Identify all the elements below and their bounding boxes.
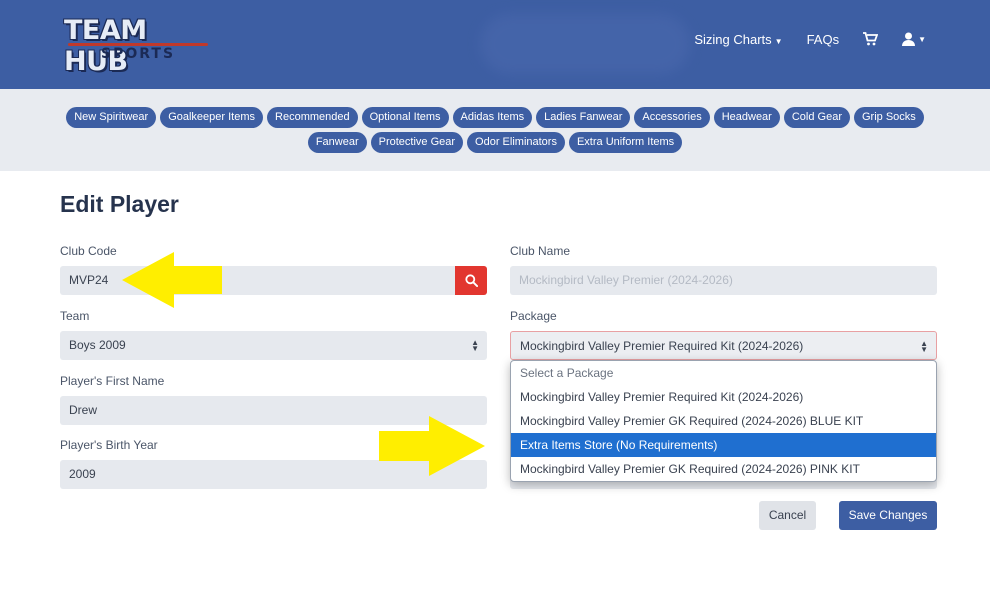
category-pill[interactable]: Accessories (634, 107, 710, 128)
first-name-label: Player's First Name (60, 374, 165, 388)
category-pill[interactable]: Grip Socks (853, 107, 924, 128)
nav-faqs[interactable]: FAQs (807, 32, 840, 47)
category-pill[interactable]: Optional Items (361, 107, 449, 128)
select-arrows-icon: ▲ ▼ (920, 339, 928, 354)
blurred-region (480, 14, 690, 74)
category-pill[interactable]: Fanwear (307, 132, 367, 153)
package-select[interactable]: Mockingbird Valley Premier Required Kit … (510, 331, 937, 360)
club-code-label: Club Code (60, 244, 117, 258)
team-hub-logo[interactable]: TEAM HUB SPORTS (64, 15, 209, 77)
user-icon (902, 32, 916, 46)
category-pill[interactable]: Adidas Items (452, 107, 533, 128)
category-pill[interactable]: Extra Uniform Items (568, 132, 683, 153)
category-pill[interactable]: Recommended (267, 107, 358, 128)
top-navbar: TEAM HUB SPORTS Sizing Charts ▼ FAQs ▼ (0, 0, 990, 89)
package-dropdown-list: Select a Package Mockingbird Valley Prem… (510, 360, 937, 482)
select-arrows-icon: ▲ ▼ (471, 338, 479, 353)
club-name-field: Mockingbird Valley Premier (2024-2026) (510, 266, 937, 295)
nav-sizing-charts[interactable]: Sizing Charts ▼ (694, 32, 782, 47)
save-changes-button[interactable]: Save Changes (839, 501, 937, 530)
package-label: Package (510, 309, 557, 323)
arrow-right-icon (379, 416, 485, 476)
team-select[interactable]: Boys 2009 ▲ ▼ (60, 331, 487, 360)
package-option[interactable]: Mockingbird Valley Premier GK Required (… (511, 457, 936, 481)
category-row-2: Fanwear Protective Gear Odor Eliminators… (0, 132, 990, 153)
page-title: Edit Player (60, 191, 179, 217)
caret-down-icon: ▼ (918, 34, 926, 44)
cancel-button[interactable]: Cancel (759, 501, 816, 530)
club-name-label: Club Name (510, 244, 571, 258)
package-option[interactable]: Mockingbird Valley Premier GK Required (… (511, 409, 936, 433)
search-icon (464, 274, 478, 287)
package-option[interactable]: Select a Package (511, 361, 936, 385)
caret-down-icon: ▼ (774, 36, 783, 46)
team-select-value: Boys 2009 (69, 338, 126, 352)
team-label: Team (60, 309, 90, 323)
category-pill[interactable]: Odor Eliminators (467, 132, 565, 153)
arrow-left-icon (122, 252, 222, 308)
package-option-highlighted[interactable]: Extra Items Store (No Requirements) (511, 433, 936, 457)
category-pill[interactable]: Protective Gear (370, 132, 464, 153)
package-select-value: Mockingbird Valley Premier Required Kit … (520, 339, 804, 353)
club-search-button[interactable] (455, 266, 487, 295)
category-pill[interactable]: Goalkeeper Items (160, 107, 264, 128)
package-option[interactable]: Mockingbird Valley Premier Required Kit … (511, 385, 936, 409)
category-bar: New Spiritwear Goalkeeper Items Recommen… (0, 89, 990, 171)
club-code-input[interactable]: MVP24 (60, 266, 456, 295)
nav-sizing-charts-label: Sizing Charts (694, 31, 772, 47)
category-pill[interactable]: Ladies Fanwear (536, 107, 631, 128)
birth-year-label: Player's Birth Year (60, 438, 158, 452)
category-pill[interactable]: New Spiritwear (66, 107, 157, 128)
category-row-1: New Spiritwear Goalkeeper Items Recommen… (0, 107, 990, 128)
user-menu[interactable]: ▼ (902, 32, 926, 46)
cart-icon[interactable] (863, 32, 879, 46)
category-pill[interactable]: Headwear (713, 107, 780, 128)
category-pill[interactable]: Cold Gear (783, 107, 850, 128)
nav-menu: Sizing Charts ▼ FAQs ▼ (694, 30, 926, 48)
logo-line2: SPORTS (101, 46, 176, 62)
